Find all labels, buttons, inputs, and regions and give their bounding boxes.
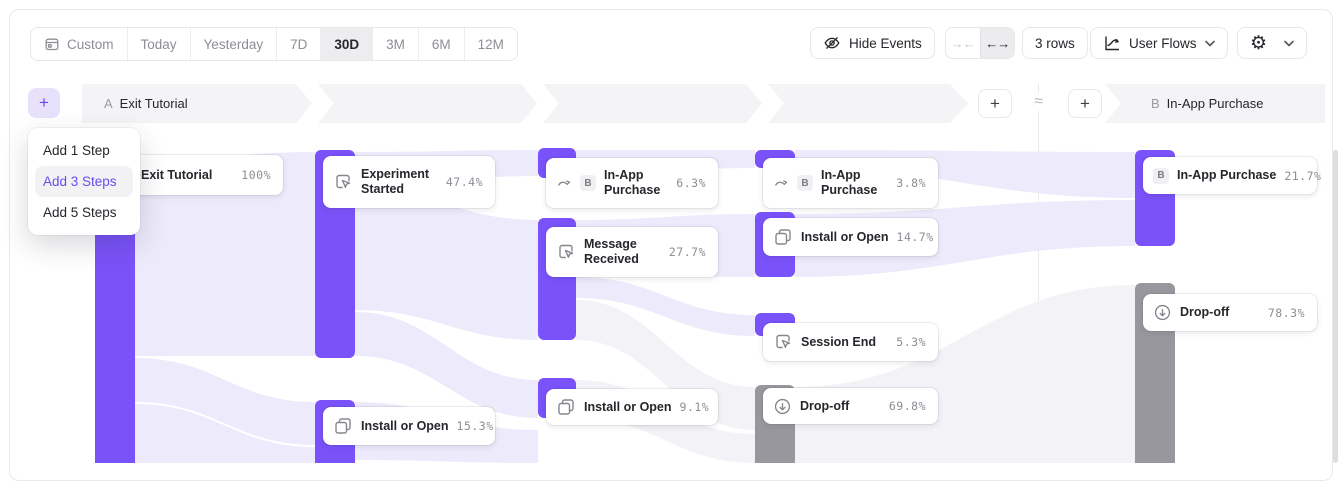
- copy-icon: [333, 416, 353, 436]
- menu-item-add-3-steps[interactable]: Add 3 Steps: [35, 166, 133, 197]
- menu-item-add-1-step[interactable]: Add 1 Step: [35, 135, 133, 166]
- node-value: 9.1%: [680, 400, 710, 414]
- node-value: 27.7%: [669, 245, 706, 259]
- node-value: 21.7%: [1284, 169, 1321, 183]
- node-title: In-App Purchase: [604, 168, 668, 198]
- node-card-install-or-open-3[interactable]: Install or Open 9.1%: [546, 389, 718, 425]
- drop-off-icon: [773, 397, 792, 416]
- node-value: 78.3%: [1268, 306, 1305, 320]
- node-value: 14.7%: [897, 230, 934, 244]
- event-click-icon: [773, 332, 793, 352]
- step-header-a4[interactable]: [768, 84, 968, 123]
- node-title: In-App Purchase: [1177, 168, 1276, 183]
- add-step-left-button[interactable]: +: [28, 88, 60, 118]
- node-title: Experiment Started: [361, 167, 431, 197]
- node-card-in-app-purchase-3[interactable]: B In-App Purchase 6.3%: [546, 158, 718, 208]
- node-value: 3.8%: [896, 176, 926, 190]
- node-card-session-end[interactable]: Session End 5.3%: [763, 323, 938, 361]
- menu-item-add-5-steps[interactable]: Add 5 Steps: [35, 197, 133, 228]
- node-value: 69.8%: [889, 399, 926, 413]
- node-title: Exit Tutorial: [141, 168, 212, 183]
- drop-off-icon: [1153, 303, 1172, 322]
- step-header-a2[interactable]: [318, 84, 537, 123]
- flow-jump-icon: [556, 175, 572, 191]
- copy-icon: [773, 227, 793, 247]
- node-title: Install or Open: [361, 419, 449, 434]
- section-badge: B: [1151, 96, 1160, 111]
- node-value: 47.4%: [446, 175, 483, 189]
- section-b-badge: B: [1153, 168, 1169, 184]
- vertical-scrollbar[interactable]: [1333, 150, 1338, 463]
- node-value: 5.3%: [896, 335, 926, 349]
- event-click-icon: [333, 172, 353, 192]
- node-title: Drop-off: [1180, 305, 1229, 320]
- node-title: Drop-off: [800, 399, 849, 414]
- step-header-b1[interactable]: B In-App Purchase: [1105, 84, 1325, 123]
- node-value: 100%: [241, 168, 271, 182]
- node-value: 15.3%: [457, 419, 494, 433]
- add-step-start-b-button[interactable]: +: [1068, 89, 1102, 118]
- node-value: 6.3%: [676, 176, 706, 190]
- node-card-drop-off-4[interactable]: Drop-off 69.8%: [763, 388, 938, 424]
- node-title: Install or Open: [801, 230, 889, 245]
- node-card-experiment-started[interactable]: Experiment Started 47.4%: [323, 156, 495, 208]
- flow-jump-icon: [773, 175, 789, 191]
- step-header-a1[interactable]: A Exit Tutorial: [82, 84, 312, 123]
- copy-icon: [556, 397, 576, 417]
- add-step-end-a-button[interactable]: +: [978, 89, 1012, 118]
- node-card-in-app-purchase-4[interactable]: B In-App Purchase 3.8%: [763, 158, 938, 208]
- node-title: Message Received: [584, 237, 654, 267]
- node-card-in-app-purchase-b[interactable]: B In-App Purchase 21.7%: [1143, 157, 1317, 194]
- node-title: Install or Open: [584, 400, 672, 415]
- section-title: In-App Purchase: [1167, 96, 1264, 111]
- section-separator-symbol: ≈: [1026, 93, 1051, 111]
- section-badge: A: [104, 96, 113, 111]
- section-title: Exit Tutorial: [120, 96, 188, 111]
- section-b-badge: B: [580, 175, 596, 191]
- node-title: Session End: [801, 335, 876, 350]
- node-card-install-or-open-4[interactable]: Install or Open 14.7%: [763, 218, 938, 256]
- step-header-a3[interactable]: [543, 84, 762, 123]
- node-title: In-App Purchase: [821, 168, 888, 198]
- node-card-message-received[interactable]: Message Received 27.7%: [546, 227, 718, 277]
- node-card-install-or-open-2[interactable]: Install or Open 15.3%: [323, 407, 495, 445]
- add-step-menu: Add 1 Step Add 3 Steps Add 5 Steps: [28, 128, 140, 235]
- section-b-badge: B: [797, 175, 813, 191]
- node-card-drop-off-b[interactable]: Drop-off 78.3%: [1143, 294, 1317, 331]
- event-click-icon: [556, 242, 576, 262]
